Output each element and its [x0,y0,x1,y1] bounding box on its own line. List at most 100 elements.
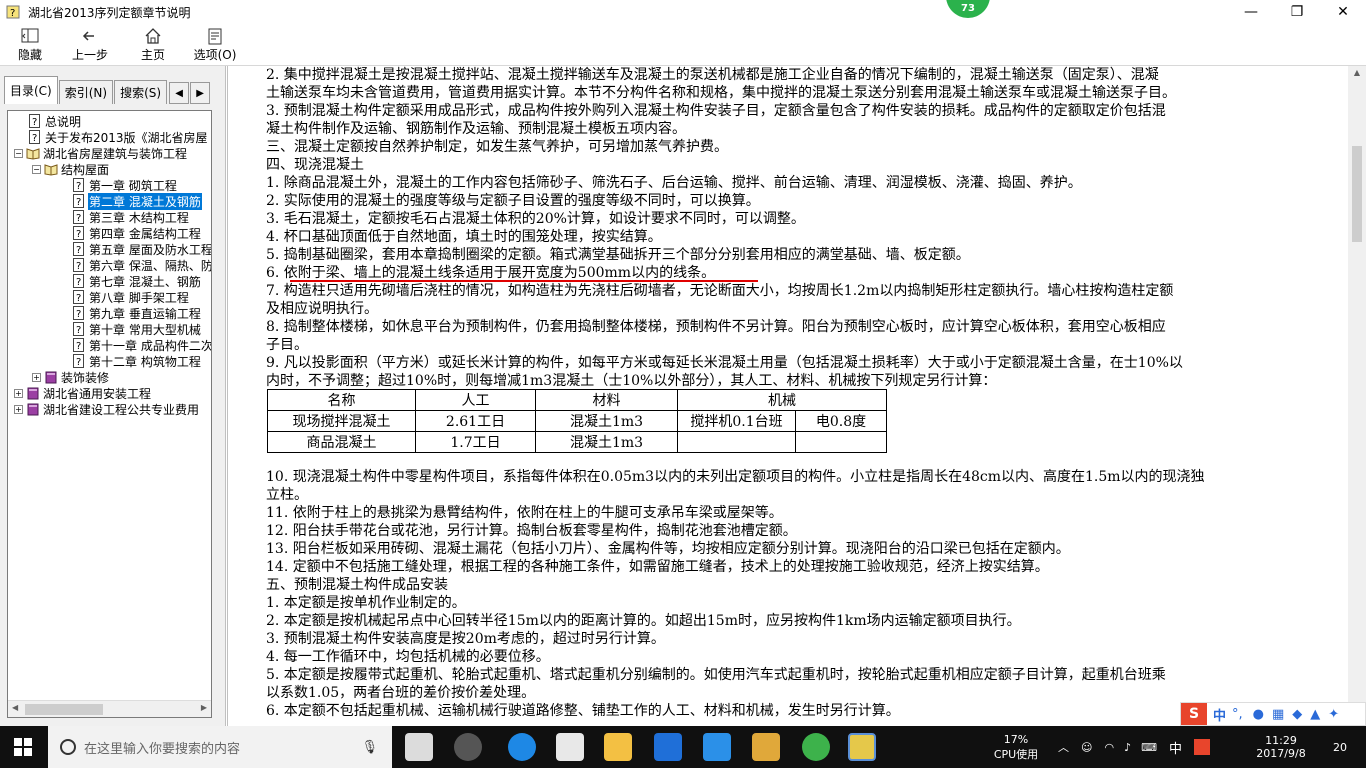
search-placeholder: 在这里输入你要搜索的内容 [84,741,241,757]
tree-item[interactable]: ? 第十二章 构筑物工程 [72,353,202,369]
tree-item[interactable]: ? 第十章 常用大型机械 [72,321,202,337]
tab-search[interactable]: 搜索(S) [114,80,168,104]
svg-text:?: ? [76,293,81,304]
network-icon[interactable]: ◠ [1104,741,1114,754]
microphone-icon[interactable]: ● [1253,707,1264,722]
help-page-icon: ? [73,306,84,320]
keyboard-tray-icon[interactable]: ⌨ [1141,741,1157,754]
tree-item[interactable]: ? 第九章 垂直运输工程 [72,305,202,321]
ime-punct-toggle[interactable]: °, [1232,707,1243,722]
tree-item[interactable]: ? 第二章 混凝土及钢筋 [72,192,202,210]
app-notes-icon[interactable] [752,733,780,761]
text-line: 2. 实际使用的混凝土的强度等级与定额子目设置的强度等级不同时，可以换算。 [266,193,760,209]
tree-item[interactable]: + 湖北省通用安装工程 [14,385,152,401]
tree-item[interactable]: ? 第八章 脚手架工程 [72,289,190,305]
table-header: 人工 [415,389,536,411]
tree-item[interactable]: + 湖北省建设工程公共专业费用 [14,401,200,417]
chevron-up-icon[interactable]: ︿ [1058,739,1069,755]
contents-tree[interactable]: ? 总说明? 关于发布2013版《湖北省房屋 − 湖北省房屋建筑与装饰工程 − 结构屋面? 第… [7,110,212,718]
help-page-icon: ? [73,322,84,336]
text-line: 3. 预制混凝土构件定额采用成品形式，成品构件按外购列入混凝土构件安装子目，定额… [266,103,1166,119]
toolbox-icon[interactable]: ▲ [1310,707,1320,722]
expand-icon[interactable]: + [14,388,23,398]
assistant-badge[interactable]: 73 [946,0,990,18]
settings-wrench-icon[interactable]: ✦ [1328,707,1339,722]
sogou-tray-icon[interactable] [1194,739,1211,755]
tree-item[interactable]: − 结构屋面 [32,161,110,177]
tree-item[interactable]: ? 第十一章 成品构件二次 [72,337,211,353]
app-green-icon[interactable] [802,733,830,761]
table-cell: 现场搅拌混凝土 [267,410,416,432]
taskbar-search-box[interactable]: 在这里输入你要搜索的内容 🎙 [48,726,392,768]
tab-scroll-right-button[interactable]: ▶ [190,82,211,104]
expand-icon[interactable]: + [32,372,41,382]
content-scroll-thumb[interactable] [1352,146,1362,242]
tree-item[interactable]: ? 第三章 木结构工程 [72,209,190,225]
help-app-taskbar-icon[interactable] [848,733,876,761]
minimize-button[interactable]: — [1228,0,1274,24]
volume-icon[interactable]: ♪ [1124,741,1131,754]
options-button[interactable]: 选项(O) [192,24,238,66]
tree-item[interactable]: + 装饰装修 [32,369,110,385]
app-swirl-icon[interactable] [454,733,482,761]
table-header: 名称 [267,389,416,411]
keyboard-icon[interactable]: ▦ [1272,707,1284,722]
tree-item[interactable]: ? 第六章 保温、隔热、防 [72,257,211,273]
tab-contents[interactable]: 目录(C) [4,76,58,104]
content-vertical-scrollbar[interactable]: ▲ ▼ [1348,66,1366,726]
text-line: 内时，不予调整；超过10%时，则每增减1m3混凝土（士10%以外部分），其人工、… [266,373,997,389]
hide-button[interactable]: 隐藏 [14,24,46,66]
help-page-icon: ? [73,338,84,352]
book-closed-icon [27,403,39,416]
concrete-adjustment-table: 名称 人工 材料 机械 现场搅拌混凝土 2.61工日 混凝土1m3 搅拌机0.1… [267,389,887,453]
expand-icon[interactable]: + [14,404,23,414]
tab-scroll-left-button[interactable]: ◀ [169,82,190,104]
scroll-left-icon[interactable]: ◀ [12,703,18,712]
action-center-button[interactable]: 20 [1326,726,1354,768]
collapse-icon[interactable]: − [32,164,41,174]
app-cross-icon[interactable] [703,733,731,761]
text-line: 7. 构造柱只适用先砌墙后浇柱的情况，如构造柱为先浇柱后砌墙者，无论断面大小，均… [266,283,1174,299]
file-explorer-icon[interactable] [604,733,632,761]
scroll-right-icon[interactable]: ▶ [201,703,207,712]
text-line: 及相应说明执行。 [266,301,378,317]
microphone-icon[interactable]: 🎙 [361,740,378,755]
tree-item-label: 结构屋面 [61,162,110,177]
text-line: 五、预制混凝土构件成品安装 [266,577,448,593]
close-button[interactable]: ✕ [1320,0,1366,24]
home-button[interactable]: 主页 [138,24,168,66]
people-icon[interactable]: ☺ [1081,741,1092,754]
windows-start-icon[interactable] [14,738,32,756]
clock[interactable]: 11:29 2017/9/8 [1246,726,1316,768]
tree-item-label: 第十二章 构筑物工程 [89,354,201,369]
text-line: 立柱。 [266,487,308,503]
svg-text:?: ? [76,341,81,352]
help-page-icon: ? [73,242,84,256]
cpu-meter[interactable]: 17% CPU使用 [985,726,1047,768]
ime-mode-toggle[interactable]: 中 [1213,705,1226,724]
store-icon[interactable] [556,733,584,761]
topic-text-top: 2. 集中搅拌混凝土是按混凝土搅拌站、混凝土搅拌输送车及混凝土的泵送机械都是施工… [266,66,1316,390]
topic-content: 2. 集中搅拌混凝土是按混凝土搅拌站、混凝土搅拌输送车及混凝土的泵送机械都是施工… [227,66,1348,726]
tree-item[interactable]: ? 第一章 砌筑工程 [72,177,178,193]
collapse-icon[interactable]: − [14,148,23,158]
app-g-icon[interactable] [654,733,682,761]
tree-item[interactable]: − 湖北省房屋建筑与装饰工程 [14,145,188,161]
tree-item[interactable]: ? 第五章 屋面及防水工程 [72,241,211,257]
edge-browser-icon[interactable] [508,733,536,761]
tree-scroll-thumb[interactable] [25,704,103,715]
skin-icon[interactable]: ◆ [1292,707,1302,722]
tree-item[interactable]: ? 关于发布2013版《湖北省房屋 [28,129,209,145]
tab-index[interactable]: 索引(N) [58,80,114,104]
input-language[interactable]: 中 [1169,738,1182,757]
scroll-up-icon[interactable]: ▲ [1348,68,1366,84]
tree-item[interactable]: ? 总说明 [28,113,82,129]
taskview-icon[interactable] [405,733,433,761]
back-button[interactable]: 上一步 [70,24,110,66]
restore-button[interactable]: ❐ [1274,0,1320,24]
tree-item[interactable]: ? 第七章 混凝土、钢筋 [72,273,202,289]
sogou-logo-icon[interactable]: S [1181,703,1207,725]
hide-label: 隐藏 [17,48,42,62]
tree-item[interactable]: ? 第四章 金属结构工程 [72,225,202,241]
tree-horizontal-scrollbar[interactable]: ◀ ▶ [8,700,211,717]
